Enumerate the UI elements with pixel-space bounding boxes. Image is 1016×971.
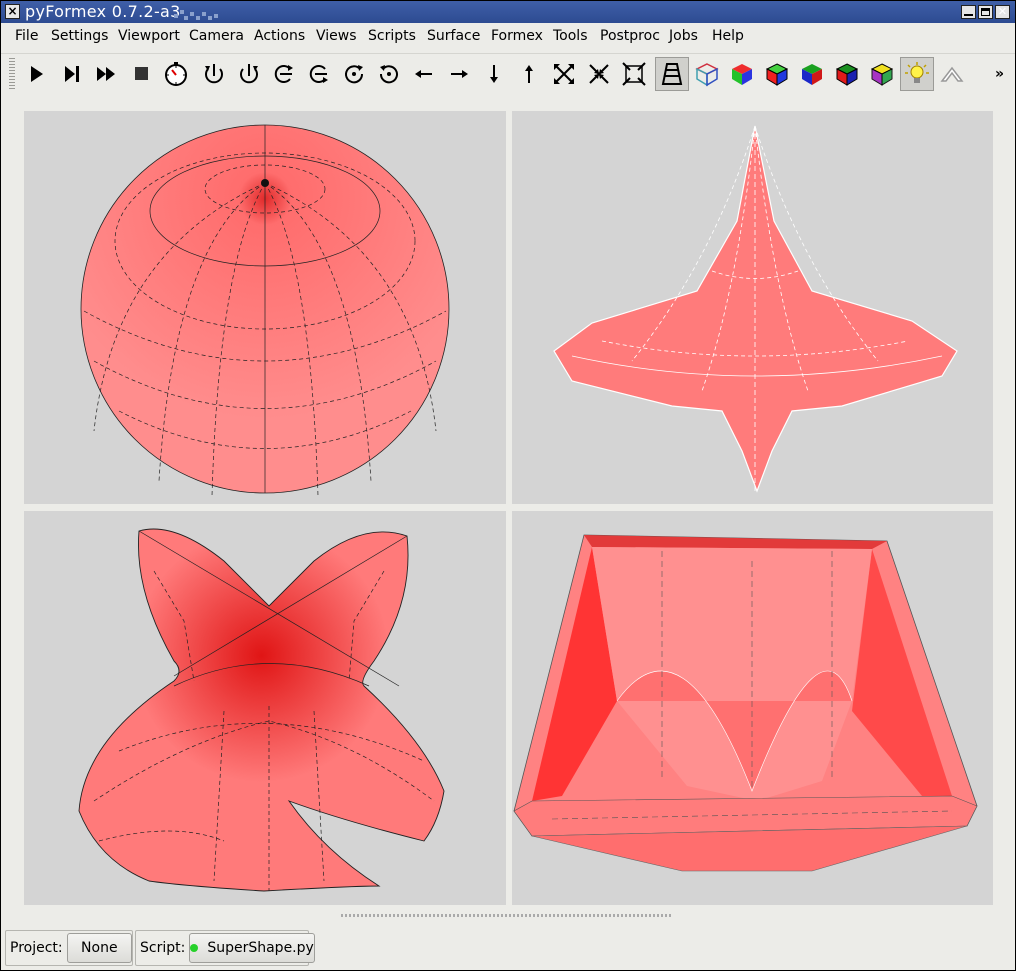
script-label: Script:	[140, 940, 186, 956]
viewport-4[interactable]	[512, 511, 993, 905]
menu-viewport[interactable]: Viewport	[118, 28, 180, 44]
supershape-bowl	[513, 534, 978, 872]
toolbar-extension-button[interactable]: »	[995, 66, 1004, 82]
menu-file[interactable]: File	[15, 28, 38, 44]
menu-postproc[interactable]: Postproc	[600, 28, 660, 44]
zoom-out-icon[interactable]	[547, 57, 581, 91]
pan-right-icon[interactable]	[442, 57, 476, 91]
stop-icon[interactable]	[124, 57, 158, 91]
menu-tools[interactable]: Tools	[553, 28, 588, 44]
pan-left-icon[interactable]	[407, 57, 441, 91]
menu-views[interactable]: Views	[316, 28, 357, 44]
menu-bar: File Settings Viewport Camera Actions Vi…	[1, 24, 1015, 50]
menu-surface[interactable]: Surface	[427, 28, 480, 44]
pan-up-icon[interactable]	[512, 57, 546, 91]
canvas-area	[1, 94, 1015, 919]
application-window: × pyFormex 0.7.2-a3 ✕ File Settings View…	[0, 0, 1016, 971]
project-value: None	[81, 940, 118, 956]
menu-help[interactable]: Help	[712, 28, 744, 44]
project-status: Project: None	[5, 930, 133, 966]
script-value: SuperShape.py	[207, 940, 314, 956]
transparency-icon[interactable]	[865, 57, 899, 91]
shrink-icon[interactable]	[935, 57, 969, 91]
perspective-icon[interactable]	[655, 57, 689, 91]
flat-icon[interactable]	[795, 57, 829, 91]
project-label: Project:	[10, 940, 63, 956]
menu-settings[interactable]: Settings	[51, 28, 108, 44]
fast-forward-icon[interactable]	[89, 57, 123, 91]
menu-scripts[interactable]: Scripts	[368, 28, 416, 44]
close-icon[interactable]: ×	[5, 4, 20, 19]
pan-down-icon[interactable]	[477, 57, 511, 91]
smooth-icon[interactable]	[725, 57, 759, 91]
rotate-left-icon[interactable]	[197, 57, 231, 91]
rotate-up-icon[interactable]	[267, 57, 301, 91]
maximize-icon[interactable]	[978, 5, 993, 19]
step-icon[interactable]	[54, 57, 88, 91]
play-icon[interactable]	[19, 57, 53, 91]
title-bar[interactable]: × pyFormex 0.7.2-a3 ✕	[1, 1, 1015, 23]
viewport-2[interactable]	[512, 111, 993, 504]
rotate-right-icon[interactable]	[232, 57, 266, 91]
zoom-all-icon[interactable]	[617, 57, 651, 91]
twist-left-icon[interactable]	[337, 57, 371, 91]
menu-jobs[interactable]: Jobs	[669, 28, 698, 44]
supershape-lobed	[78, 528, 445, 892]
light-icon[interactable]	[900, 57, 934, 91]
supershape-spindle	[553, 125, 958, 493]
menu-formex[interactable]: Formex	[491, 28, 543, 44]
wireframe-icon[interactable]	[690, 57, 724, 91]
flatwire-icon[interactable]	[830, 57, 864, 91]
splitter-handle[interactable]	[341, 914, 671, 917]
title-pattern-icon	[174, 10, 218, 20]
script-button[interactable]: SuperShape.py	[189, 933, 315, 963]
window-title: pyFormex 0.7.2-a3	[25, 2, 181, 21]
viewport-1[interactable]	[24, 111, 506, 504]
twist-right-icon[interactable]	[372, 57, 406, 91]
close-window-icon[interactable]: ✕	[995, 5, 1010, 19]
menu-actions[interactable]: Actions	[254, 28, 305, 44]
viewport-3[interactable]	[24, 511, 506, 905]
project-button[interactable]: None	[66, 933, 132, 963]
zoom-in-icon[interactable]	[582, 57, 616, 91]
smoothwire-icon[interactable]	[760, 57, 794, 91]
script-status-icon	[190, 944, 199, 952]
menu-camera[interactable]: Camera	[189, 28, 244, 44]
rotate-down-icon[interactable]	[302, 57, 336, 91]
toolbar-grip[interactable]	[9, 58, 15, 90]
toolbar: »	[1, 53, 1015, 93]
script-status: Script: SuperShape.py	[135, 930, 315, 966]
timer-icon[interactable]	[159, 57, 193, 91]
supershape-sphere	[80, 124, 450, 497]
minimize-icon[interactable]	[961, 5, 976, 19]
status-bar: Project: None Script: SuperShape.py	[1, 929, 1015, 969]
